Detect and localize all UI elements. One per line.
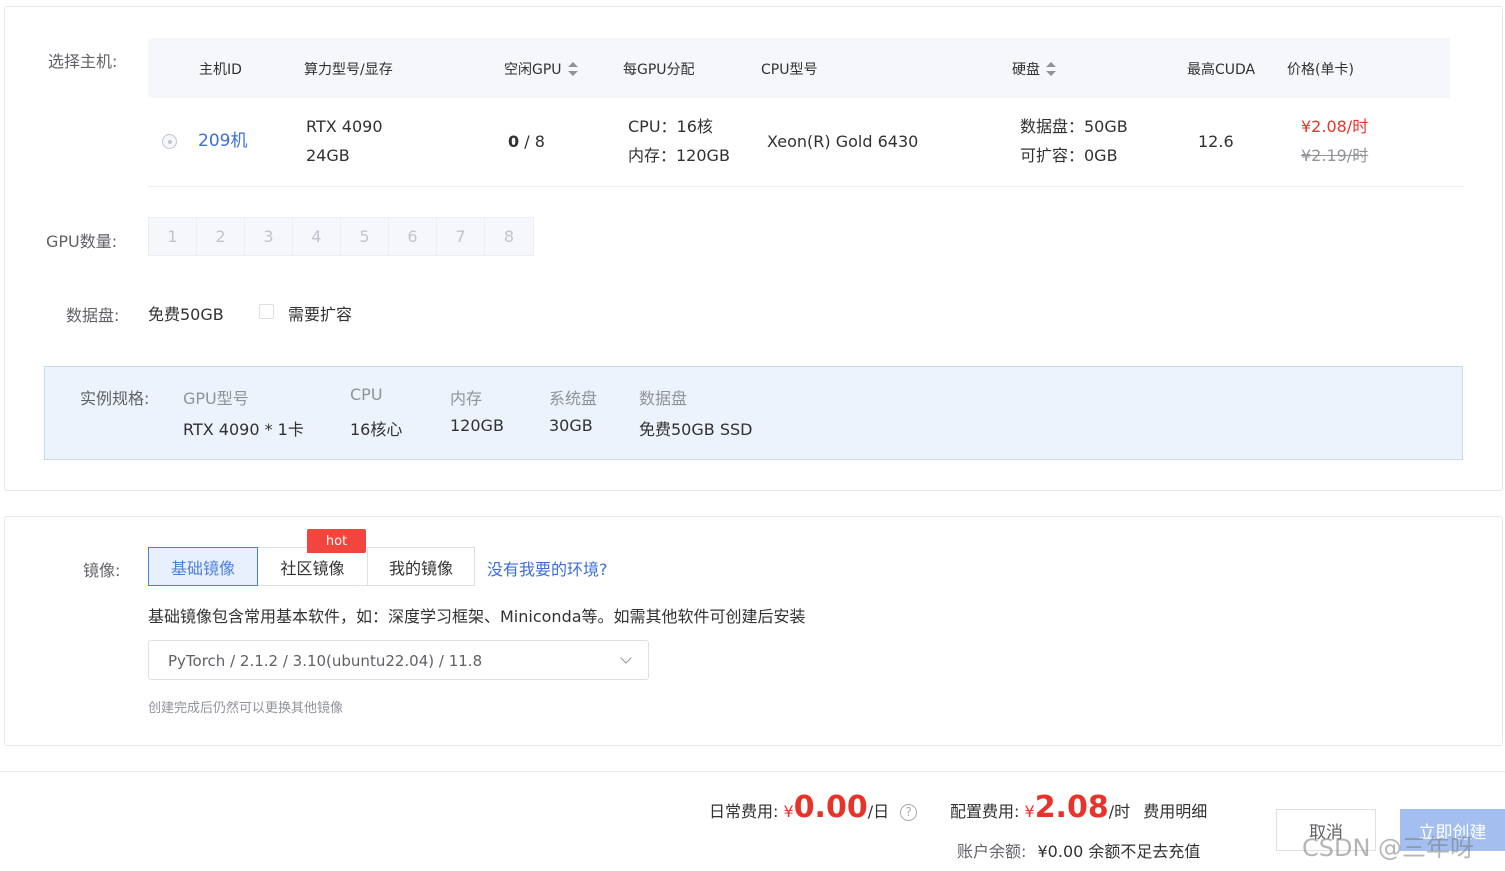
col-host-id: 主机ID (199, 62, 242, 78)
host-row[interactable]: 209机 RTX 4090 24GB 0 / 8 CPU：16核 内存：120G… (148, 98, 1463, 187)
col-cuda: 最高CUDA (1187, 62, 1256, 78)
gpu-count-option[interactable]: 2 (197, 218, 245, 255)
gpu-count-option[interactable]: 3 (245, 218, 293, 255)
data-disk-size: 数据盘：50GB (1020, 117, 1128, 136)
gpu-model: RTX 4090 (306, 117, 383, 136)
gpu-count-option[interactable]: 1 (149, 218, 197, 255)
account-balance: 账户余额: ¥0.00 余额不足去充值 (957, 842, 1201, 861)
gpu-count-option[interactable]: 8 (485, 218, 533, 255)
watermark: CSDN @三年呀 (1302, 834, 1475, 862)
recharge-link[interactable]: 余额不足去充值 (1088, 842, 1200, 861)
daily-fee: 日常费用: ¥0.00/日 ? (709, 790, 918, 825)
gpu-vram: 24GB (306, 146, 350, 165)
col-free-gpu[interactable]: 空闲GPU (504, 59, 578, 79)
price-original: ¥2.19/时 (1301, 146, 1369, 165)
image-label: 镜像: (83, 561, 121, 580)
gpu-count-label: GPU数量: (46, 232, 118, 251)
image-description: 基础镜像包含常用基本软件，如：深度学习框架、Miniconda等。如需其他软件可… (148, 607, 806, 626)
tab-my-image[interactable]: 我的镜像 (367, 547, 475, 586)
footer-divider (0, 771, 1505, 772)
col-price: 价格(单卡) (1287, 62, 1354, 78)
gpu-count-option[interactable]: 7 (437, 218, 485, 255)
free-gpu: 0 / 8 (508, 132, 545, 151)
tab-base-image[interactable]: 基础镜像 (148, 547, 258, 586)
gpu-count-option[interactable]: 6 (389, 218, 437, 255)
data-disk-label: 数据盘: (66, 306, 120, 325)
image-select-value: PyTorch / 2.1.2 / 3.10(ubuntu22.04) / 11… (168, 652, 483, 670)
price-current: ¥2.08/时 (1301, 117, 1369, 136)
col-model: 算力型号/显存 (304, 62, 393, 78)
gpu-count-option[interactable]: 4 (293, 218, 341, 255)
spec-data-disk: 数据盘 免费50GB SSD (639, 389, 753, 439)
host-label: 选择主机: (48, 52, 118, 71)
expand-checkbox[interactable] (259, 304, 274, 319)
sort-icon[interactable] (1046, 62, 1056, 76)
cpu-model: Xeon(R) Gold 6430 (767, 132, 919, 151)
spec-mem: 内存 120GB (450, 389, 504, 435)
spec-label: 实例规格: (80, 389, 150, 408)
sort-icon[interactable] (567, 62, 578, 76)
spec-cpu: CPU 16核心 (350, 385, 403, 439)
max-cuda: 12.6 (1198, 132, 1234, 151)
expandable-size: 可扩容：0GB (1020, 146, 1118, 165)
gpu-count-selector: 1 2 3 4 5 6 7 8 (148, 217, 534, 256)
host-table-header: 主机ID 算力型号/显存 空闲GPU 每GPU分配 CPU型号 硬盘 最高CUD… (148, 38, 1450, 98)
instance-spec-box: 实例规格: GPU型号 RTX 4090 * 1卡 CPU 16核心 内存 120GB… (44, 366, 1463, 460)
host-radio[interactable] (162, 134, 177, 149)
fee-detail-link[interactable]: 费用明细 (1143, 802, 1207, 821)
data-disk-value: 免费50GB (148, 305, 224, 324)
image-select[interactable]: PyTorch / 2.1.2 / 3.10(ubuntu22.04) / 11… (148, 640, 649, 680)
host-id-link[interactable]: 209机 (198, 127, 247, 156)
per-gpu-mem: 内存：120GB (628, 146, 730, 165)
col-cpu-model: CPU型号 (761, 62, 818, 78)
col-disk[interactable]: 硬盘 (1012, 59, 1056, 79)
spec-system-disk: 系统盘 30GB (549, 389, 598, 435)
config-fee: 配置费用: ¥2.08/时 费用明细 (950, 790, 1208, 825)
gpu-count-option[interactable]: 5 (341, 218, 389, 255)
per-gpu-cpu: CPU：16核 (628, 117, 713, 136)
chevron-down-icon (620, 652, 632, 664)
hot-badge: hot (307, 529, 366, 553)
missing-env-link[interactable]: 没有我要的环境? (487, 556, 608, 580)
col-per-gpu: 每GPU分配 (623, 62, 695, 78)
expand-label[interactable]: 需要扩容 (288, 301, 352, 325)
spec-gpu: GPU型号 RTX 4090 * 1卡 (183, 389, 304, 439)
image-hint: 创建完成后仍然可以更换其他镜像 (148, 701, 344, 716)
help-icon[interactable]: ? (900, 804, 918, 821)
